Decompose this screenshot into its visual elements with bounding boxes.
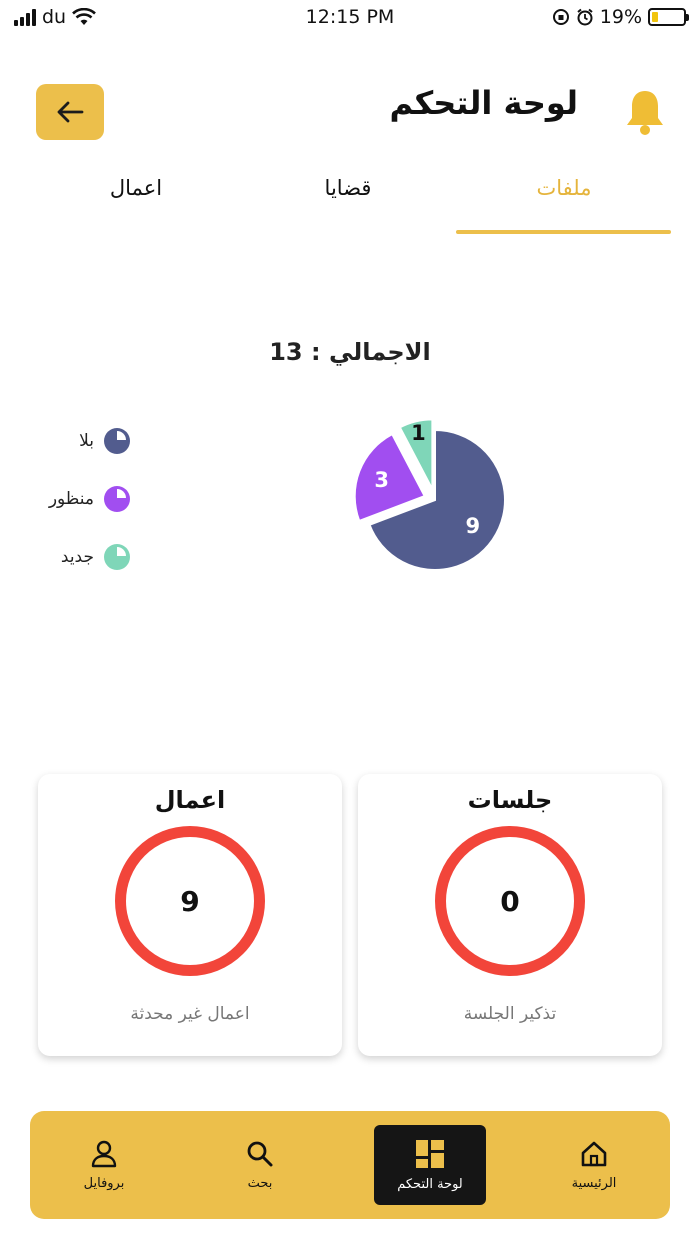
legend-label: جديد [60, 547, 94, 567]
tab-files[interactable]: ملفات [458, 176, 670, 200]
progress-ring: 9 [115, 826, 265, 976]
search-icon [247, 1141, 273, 1166]
pie-slice-label: 1 [411, 421, 426, 445]
pie-chart-icon [104, 428, 130, 454]
legend-label: منظور [48, 489, 94, 509]
card-title: جلسات [467, 786, 553, 814]
active-tab-indicator [456, 230, 671, 234]
total-label: الاجمالي : [311, 338, 431, 366]
nav-home[interactable]: الرئيسية [538, 1125, 650, 1205]
legend-item: جديد [30, 528, 130, 586]
back-button[interactable] [36, 84, 104, 140]
total-summary: الاجمالي : 13 [0, 338, 700, 366]
nav-search[interactable]: بحث [204, 1125, 316, 1205]
battery-percent: 19% [599, 6, 642, 28]
sessions-card[interactable]: جلسات 0 تذكير الجلسة [358, 774, 662, 1056]
total-value: 13 [269, 338, 303, 366]
nav-label: الرئيسية [571, 1175, 617, 1191]
card-subtitle: تذكير الجلسة [463, 1004, 557, 1024]
legend-item: بلا [30, 412, 130, 470]
nav-label: بحث [247, 1175, 273, 1191]
ring-value: 9 [180, 884, 200, 918]
tab-works[interactable]: اعمال [30, 176, 242, 200]
notifications-button[interactable] [624, 88, 666, 136]
pie-slice-label: 9 [466, 514, 481, 538]
page-title: لوحة التحكم [389, 84, 579, 122]
battery-icon [648, 8, 689, 26]
pie-chart-icon [104, 544, 130, 570]
tab-cases[interactable]: قضايا [242, 176, 454, 200]
card-subtitle: اعمال غير محدثة [130, 1004, 250, 1024]
bell-icon [627, 91, 663, 135]
tab-bar: ملفات قضايا اعمال [0, 168, 700, 236]
bottom-nav: الرئيسية لوحة التحكم بحث بروفايل [30, 1111, 670, 1219]
home-icon [581, 1141, 607, 1166]
chart-legend: بلا منظور جديد [30, 412, 130, 586]
nav-label: لوحة التحكم [397, 1176, 463, 1192]
pie-chart: 9 31 [353, 418, 506, 571]
nav-dashboard[interactable]: لوحة التحكم [374, 1125, 486, 1205]
user-icon [91, 1140, 117, 1167]
status-bar: du 12:15 PM 19% [0, 0, 700, 36]
pie-slice-label: 3 [374, 468, 389, 492]
nav-label: بروفايل [83, 1175, 125, 1191]
dashboard-icon [416, 1139, 444, 1168]
ring-value: 0 [500, 884, 520, 918]
legend-label: بلا [79, 431, 94, 451]
alarm-icon [577, 8, 593, 26]
arrow-left-icon [57, 101, 84, 123]
works-card[interactable]: اعمال 9 اعمال غير محدثة [38, 774, 342, 1056]
status-right: 19% [552, 6, 689, 28]
pie-chart-icon [104, 486, 130, 512]
progress-ring: 0 [435, 826, 585, 976]
legend-item: منظور [30, 470, 130, 528]
card-title: اعمال [154, 786, 226, 814]
orientation-lock-icon [552, 9, 569, 25]
nav-profile[interactable]: بروفايل [48, 1125, 160, 1205]
